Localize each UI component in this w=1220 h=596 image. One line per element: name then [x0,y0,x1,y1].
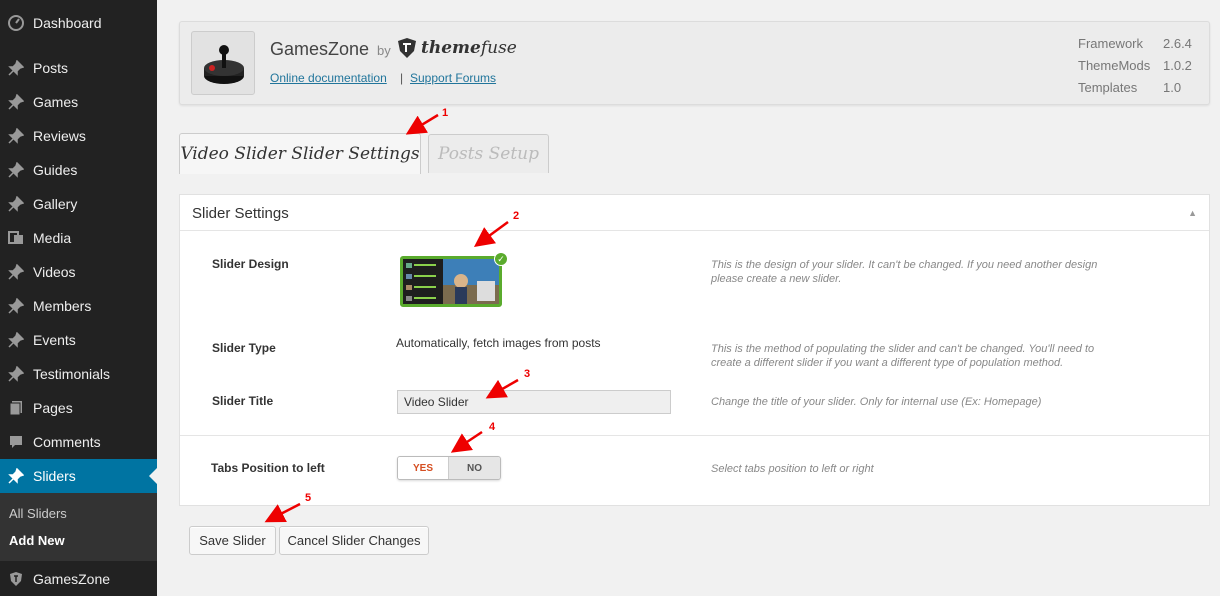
tabs-position-toggle[interactable]: YES NO [397,456,501,480]
sidebar-item-label: Reviews [33,128,86,144]
slider-design-label: Slider Design [212,257,289,271]
comment-icon [6,432,26,452]
sidebar-item-label: Sliders [33,468,76,484]
version-label: ThemeMods [1078,58,1151,73]
tab-slider-settings[interactable]: Video Slider Slider Settings [179,133,421,174]
slider-design-thumbnail[interactable] [400,256,502,307]
slider-title-input[interactable] [397,390,671,414]
sidebar-item-dashboard[interactable]: Dashboard [0,6,157,40]
sidebar-item-sliders[interactable]: Sliders [0,459,157,493]
sidebar-item-comments[interactable]: Comments [0,425,157,459]
sidebar-item-label: Testimonials [33,366,111,382]
vendor-name-suffix: fuse [480,38,517,58]
sidebar-item-label: Dashboard [33,15,102,31]
divider [180,435,1209,436]
sidebar-item-label: Members [33,298,92,314]
annotation-arrow-5 [264,502,301,523]
admin-sidebar: Dashboard Posts Games Reviews Guides Gal… [0,0,157,596]
slider-design-description: This is the design of your slider. It ca… [711,259,1098,285]
sidebar-item-events[interactable]: Events [0,323,157,357]
pin-icon [6,466,26,486]
sidebar-item-guides[interactable]: Guides [0,153,157,187]
version-label: Framework [1078,36,1144,51]
slider-title-label: Slider Title [212,394,274,408]
pin-icon [6,58,26,78]
slider-settings-panel: Slider Settings ▲ Slider Design ✓ This i… [179,194,1210,506]
toggle-no-option[interactable]: NO [449,457,500,479]
slider-title-description: Change the title of your slider. Only fo… [711,396,1042,408]
sidebar-item-gameszone[interactable]: GamesZone [0,562,157,596]
slider-type-label: Slider Type [212,341,276,355]
save-slider-button[interactable]: Save Slider [189,526,276,555]
themefuse-shield-icon [398,38,416,58]
vendor-logo: themefuse [397,37,517,59]
submenu-all-sliders[interactable]: All Sliders [9,506,67,521]
sidebar-item-label: Videos [33,264,76,280]
annotation-arrow-1 [405,113,439,135]
sliders-submenu: All Sliders Add New [0,493,157,561]
pin-icon [6,92,26,112]
sidebar-item-media[interactable]: Media [0,221,157,255]
sidebar-item-reviews[interactable]: Reviews [0,119,157,153]
pin-icon [6,364,26,384]
sidebar-item-gallery[interactable]: Gallery [0,187,157,221]
shield-icon [6,569,26,589]
sidebar-item-pages[interactable]: Pages [0,391,157,425]
version-value: 2.6.4 [1163,36,1192,51]
sidebar-item-label: Pages [33,400,73,416]
pin-icon [6,330,26,350]
tab-posts-setup[interactable]: Posts Setup [428,134,549,173]
joystick-icon [191,31,255,95]
slider-type-description: This is the method of populating the sli… [711,343,1095,369]
pin-icon [6,262,26,282]
annotation-number-5: 5 [305,492,312,504]
submenu-add-new[interactable]: Add New [9,533,65,548]
annotation-number-3: 3 [524,368,531,380]
sidebar-item-label: Comments [33,434,101,450]
tabs-position-label: Tabs Position to left [211,461,325,475]
theme-header: GamesZone by themefuse Online documentat… [179,21,1210,105]
sidebar-item-label: Media [33,230,72,246]
toggle-yes-option[interactable]: YES [398,457,449,479]
media-icon [6,228,26,248]
check-icon: ✓ [494,252,508,266]
version-value: 1.0.2 [1163,58,1192,73]
pin-icon [6,194,26,214]
panel-title: Slider Settings [192,205,289,222]
sidebar-item-videos[interactable]: Videos [0,255,157,289]
link-separator: | [400,71,404,85]
divider [180,230,1209,231]
collapse-arrow-icon[interactable]: ▲ [1188,208,1197,218]
version-value: 1.0 [1163,80,1182,95]
pin-icon [6,296,26,316]
vendor-name-prefix: theme [421,38,481,58]
slider-type-value: Automatically, fetch images from posts [396,336,601,350]
online-documentation-link[interactable]: Online documentation [270,71,387,85]
sidebar-item-label: Gallery [33,196,78,212]
sidebar-item-label: Guides [33,162,78,178]
sidebar-item-games[interactable]: Games [0,85,157,119]
theme-name: GamesZone [270,39,370,59]
support-forums-link[interactable]: Support Forums [410,71,496,85]
theme-by-text: by [377,43,391,58]
pin-icon [6,126,26,146]
annotation-number-1: 1 [442,107,449,119]
tabs-position-description: Select tabs position to left or right [711,463,874,475]
sidebar-item-label: Posts [33,60,69,76]
annotation-number-4: 4 [489,421,496,433]
sidebar-item-testimonials[interactable]: Testimonials [0,357,157,391]
sidebar-item-label: GamesZone [33,571,111,587]
dashboard-icon [6,13,26,33]
sidebar-item-members[interactable]: Members [0,289,157,323]
annotation-number-2: 2 [513,210,520,222]
pin-icon [6,160,26,180]
sidebar-item-label: Games [33,94,79,110]
cancel-slider-changes-button[interactable]: Cancel Slider Changes [279,526,429,555]
version-label: Templates [1078,80,1138,95]
pages-icon [6,398,26,418]
sidebar-item-label: Events [33,332,76,348]
sidebar-item-posts[interactable]: Posts [0,51,157,85]
